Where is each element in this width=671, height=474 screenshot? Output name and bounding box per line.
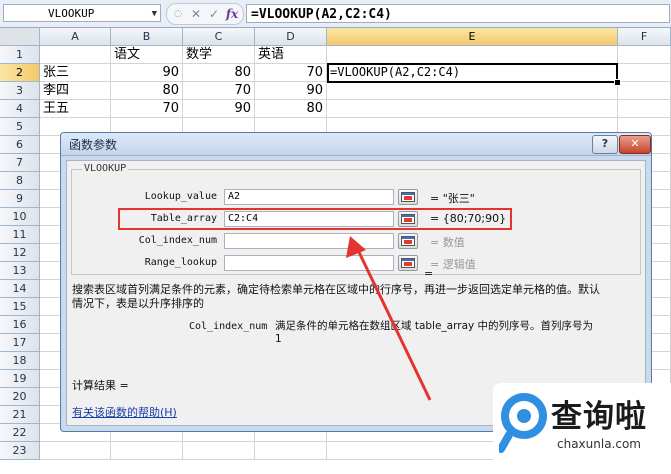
watermark-text: 查询啦 bbox=[551, 399, 647, 435]
magnifier-logo-icon bbox=[499, 393, 547, 453]
watermark-url: chaxunla.com bbox=[557, 437, 641, 451]
watermark: 查询啦 chaxunla.com bbox=[493, 383, 671, 474]
